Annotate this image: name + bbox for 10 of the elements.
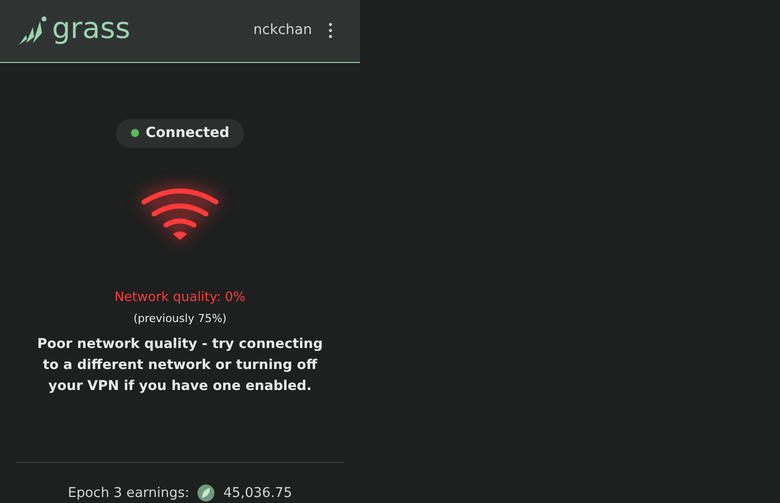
previous-quality: (previously 75%) [133,311,227,328]
earnings-label: Epoch 3 earnings: [68,484,190,503]
warning-message: Poor network quality - try connecting to a different network or turning off your VPN if you have one enabled. [36,334,324,396]
network-quality: Network quality: 0% [114,288,246,307]
status-badge: Connected [116,118,244,148]
logo-text: grass [52,14,130,48]
earnings-value: 45,036.75 [223,484,292,503]
leaf-coin-icon [197,484,216,502]
logo-icon [18,14,48,47]
username: nckchan [253,21,312,40]
